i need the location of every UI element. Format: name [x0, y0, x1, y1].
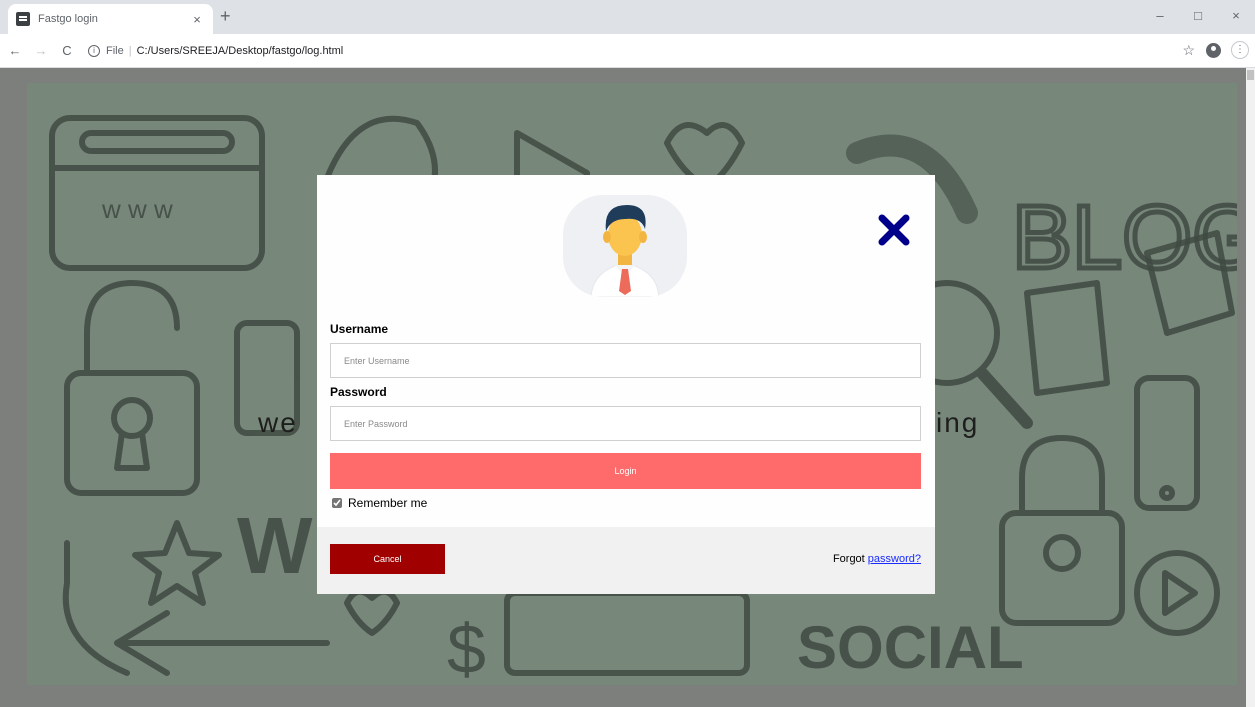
address-bar[interactable]: i File | C:/Users/SREEJA/Desktop/fastgo/… [88, 38, 1208, 64]
remember-me-row: Remember me [332, 496, 427, 510]
tab-title: Fastgo login [38, 13, 98, 25]
url-separator: | [128, 44, 132, 57]
cancel-button[interactable]: Cancel [330, 544, 445, 574]
tab-strip: Fastgo login × + – □ × [0, 0, 1255, 34]
back-button[interactable]: ← [4, 43, 26, 58]
doodle-dollar-text: $ [447, 610, 486, 685]
password-input[interactable] [330, 406, 921, 441]
new-tab-button[interactable]: + [220, 6, 231, 27]
window-controls: – □ × [1141, 0, 1255, 34]
doodle-www-text: w w w [101, 194, 173, 224]
forgot-prefix: Forgot [832, 553, 868, 565]
doodle-social-text: SOCIAL [797, 614, 1024, 681]
reload-button[interactable]: C [56, 43, 78, 58]
password-label: Password [330, 385, 387, 399]
user-avatar-icon [590, 205, 660, 297]
window-close-button[interactable]: × [1217, 0, 1255, 30]
login-button[interactable]: Login [330, 453, 921, 489]
modal-footer: Cancel Forgot password? [317, 527, 935, 594]
page-scrollbar[interactable] [1246, 68, 1255, 707]
browser-tab[interactable]: Fastgo login × [8, 4, 213, 34]
remember-me-label[interactable]: Remember me [348, 496, 427, 510]
browser-menu-icon[interactable]: ⋮ [1231, 41, 1249, 59]
address-bar-row: ← → C i File | C:/Users/SREEJA/Desktop/f… [0, 34, 1255, 68]
remember-me-checkbox[interactable] [332, 498, 342, 508]
forgot-password-link[interactable]: password? [868, 553, 921, 565]
tab-close-icon[interactable]: × [189, 12, 205, 27]
login-modal: Username Password Login Remember me Canc… [317, 175, 935, 594]
bookmark-star-icon[interactable]: ☆ [1182, 42, 1195, 59]
minimize-button[interactable]: – [1141, 0, 1179, 30]
username-input[interactable] [330, 343, 921, 378]
forgot-password-text: Forgot password? [833, 553, 921, 565]
welcome-heading-left: we [258, 407, 298, 438]
maximize-button[interactable]: □ [1179, 0, 1217, 30]
username-label: Username [330, 322, 389, 336]
doodle-w-text: W [237, 501, 313, 590]
scrollbar-thumb[interactable] [1247, 70, 1254, 80]
forward-button[interactable]: → [30, 43, 52, 58]
close-icon[interactable] [877, 213, 911, 247]
site-info-icon[interactable]: i [88, 44, 100, 57]
page-favicon-icon [16, 12, 30, 26]
account-icon[interactable] [1206, 43, 1221, 58]
url-text[interactable]: C:/Users/SREEJA/Desktop/fastgo/log.html [137, 45, 344, 57]
welcome-heading-right: ing [936, 407, 980, 438]
doodle-blog-text: BLOG [1012, 188, 1237, 288]
url-scheme: File [106, 44, 124, 57]
avatar [563, 195, 687, 297]
